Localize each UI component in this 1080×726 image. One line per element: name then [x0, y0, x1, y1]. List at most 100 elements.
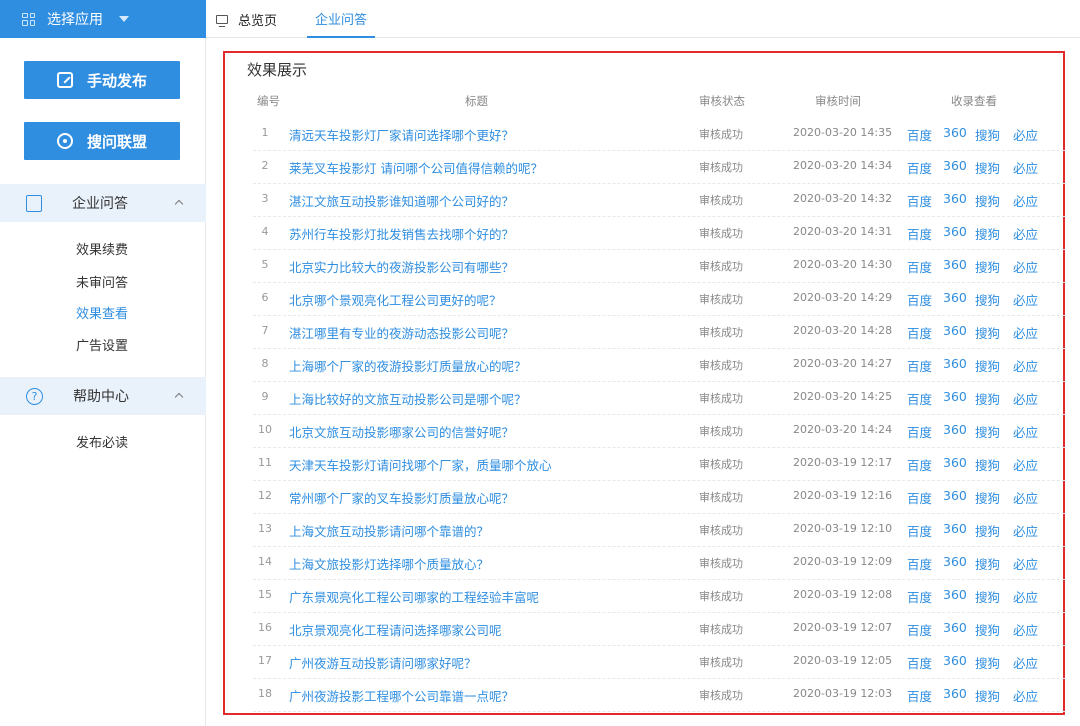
sidebar-group-enterprise-qa[interactable]: 企业问答 [0, 184, 206, 222]
engine-link-sogou[interactable]: 搜狗 [975, 653, 1000, 672]
engine-link-sogou[interactable]: 搜狗 [975, 389, 1000, 408]
row-title-link[interactable]: 苏州行车投影灯批发销售去找哪个好的？ [289, 224, 514, 243]
engine-link-baidu[interactable]: 百度 [907, 323, 932, 342]
row-title-link[interactable]: 北京实力比较大的夜游投影公司有哪些？ [289, 257, 514, 276]
row-title-link[interactable]: 清远天车投影灯厂家请问选择哪个更好？ [289, 125, 514, 144]
engine-link-360[interactable]: 360 [943, 686, 967, 701]
row-title-link[interactable]: 莱芜叉车投影灯 请问哪个公司值得信赖的呢？ [289, 158, 543, 177]
sidebar-group-help-center[interactable]: ? 帮助中心 [0, 377, 206, 415]
engine-link-bing[interactable]: 必应 [1013, 191, 1038, 210]
row-title-link[interactable]: 北京哪个景观亮化工程公司更好的呢？ [289, 290, 502, 309]
row-title-link[interactable]: 天津天车投影灯请问找哪个厂家，质量哪个放心 [289, 455, 552, 474]
engine-link-360[interactable]: 360 [943, 587, 967, 602]
engine-link-bing[interactable]: 必应 [1013, 389, 1038, 408]
engine-link-sogou[interactable]: 搜狗 [975, 257, 1000, 276]
manual-publish-button[interactable]: 手动发布 [24, 61, 180, 99]
engine-link-360[interactable]: 360 [943, 323, 967, 338]
engine-link-bing[interactable]: 必应 [1013, 356, 1038, 375]
engine-link-360[interactable]: 360 [943, 521, 967, 536]
engine-link-360[interactable]: 360 [943, 653, 967, 668]
engine-link-baidu[interactable]: 百度 [907, 191, 932, 210]
engine-link-360[interactable]: 360 [943, 257, 967, 272]
search-alliance-button[interactable]: 搜问联盟 [24, 122, 180, 160]
engine-link-baidu[interactable]: 百度 [907, 290, 932, 309]
sidebar-item-effect-view[interactable]: 效果查看 [76, 303, 128, 322]
row-title-link[interactable]: 上海比较好的文旅互动投影公司是哪个呢？ [289, 389, 527, 408]
engine-link-sogou[interactable]: 搜狗 [975, 686, 1000, 705]
engine-link-baidu[interactable]: 百度 [907, 653, 932, 672]
engine-link-bing[interactable]: 必应 [1013, 554, 1038, 573]
row-title-link[interactable]: 上海文旅投影灯选择哪个质量放心？ [289, 554, 489, 573]
row-title-link[interactable]: 湛江文旅互动投影谁知道哪个公司好的？ [289, 191, 514, 210]
engine-link-baidu[interactable]: 百度 [907, 125, 932, 144]
engine-link-baidu[interactable]: 百度 [907, 587, 932, 606]
engine-link-sogou[interactable]: 搜狗 [975, 587, 1000, 606]
engine-link-bing[interactable]: 必应 [1013, 224, 1038, 243]
engine-link-baidu[interactable]: 百度 [907, 158, 932, 177]
engine-link-baidu[interactable]: 百度 [907, 620, 932, 639]
engine-link-bing[interactable]: 必应 [1013, 488, 1038, 507]
engine-link-bing[interactable]: 必应 [1013, 290, 1038, 309]
engine-link-360[interactable]: 360 [943, 488, 967, 503]
engine-link-baidu[interactable]: 百度 [907, 257, 932, 276]
engine-link-sogou[interactable]: 搜狗 [975, 323, 1000, 342]
engine-link-sogou[interactable]: 搜狗 [975, 422, 1000, 441]
engine-link-sogou[interactable]: 搜狗 [975, 488, 1000, 507]
engine-link-sogou[interactable]: 搜狗 [975, 521, 1000, 540]
engine-link-bing[interactable]: 必应 [1013, 653, 1038, 672]
engine-link-sogou[interactable]: 搜狗 [975, 191, 1000, 210]
engine-link-sogou[interactable]: 搜狗 [975, 356, 1000, 375]
engine-link-360[interactable]: 360 [943, 125, 967, 140]
sidebar-item-unreviewed-qa[interactable]: 未审问答 [76, 272, 128, 291]
row-title-link[interactable]: 北京文旅互动投影哪家公司的信誉好呢？ [289, 422, 514, 441]
engine-link-sogou[interactable]: 搜狗 [975, 224, 1000, 243]
engine-link-sogou[interactable]: 搜狗 [975, 455, 1000, 474]
engine-link-sogou[interactable]: 搜狗 [975, 125, 1000, 144]
engine-link-bing[interactable]: 必应 [1013, 323, 1038, 342]
engine-link-360[interactable]: 360 [943, 620, 967, 635]
engine-link-bing[interactable]: 必应 [1013, 257, 1038, 276]
engine-link-360[interactable]: 360 [943, 290, 967, 305]
row-title-link[interactable]: 湛江哪里有专业的夜游动态投影公司呢？ [289, 323, 514, 342]
engine-link-bing[interactable]: 必应 [1013, 521, 1038, 540]
engine-link-bing[interactable]: 必应 [1013, 620, 1038, 639]
engine-link-360[interactable]: 360 [943, 191, 967, 206]
row-title-link[interactable]: 北京景观亮化工程请问选择哪家公司呢 [289, 620, 502, 639]
engine-link-360[interactable]: 360 [943, 554, 967, 569]
sidebar-item-effect-renewal[interactable]: 效果续费 [76, 239, 128, 258]
engine-link-baidu[interactable]: 百度 [907, 389, 932, 408]
engine-link-bing[interactable]: 必应 [1013, 158, 1038, 177]
row-title-link[interactable]: 上海文旅互动投影请问哪个靠谱的？ [289, 521, 489, 540]
tab-enterprise-qa[interactable]: 企业问答 [307, 0, 376, 38]
engine-link-sogou[interactable]: 搜狗 [975, 554, 1000, 573]
sidebar-item-publish-guide[interactable]: 发布必读 [76, 432, 128, 451]
engine-link-360[interactable]: 360 [943, 356, 967, 371]
engine-link-baidu[interactable]: 百度 [907, 356, 932, 375]
engine-link-bing[interactable]: 必应 [1013, 587, 1038, 606]
engine-link-360[interactable]: 360 [943, 158, 967, 173]
engine-link-360[interactable]: 360 [943, 224, 967, 239]
tab-overview[interactable]: 总览页 [208, 0, 285, 38]
engine-link-baidu[interactable]: 百度 [907, 455, 932, 474]
row-title-link[interactable]: 广州夜游投影工程哪个公司靠谱一点呢？ [289, 686, 514, 705]
engine-link-bing[interactable]: 必应 [1013, 686, 1038, 705]
engine-link-baidu[interactable]: 百度 [907, 554, 932, 573]
row-title-link[interactable]: 常州哪个厂家的叉车投影灯质量放心呢？ [289, 488, 514, 507]
engine-link-360[interactable]: 360 [943, 422, 967, 437]
engine-link-baidu[interactable]: 百度 [907, 488, 932, 507]
row-title-link[interactable]: 广州夜游互动投影请问哪家好呢？ [289, 653, 477, 672]
engine-link-baidu[interactable]: 百度 [907, 521, 932, 540]
row-title-link[interactable]: 上海哪个厂家的夜游投影灯质量放心的呢？ [289, 356, 527, 375]
engine-link-bing[interactable]: 必应 [1013, 125, 1038, 144]
engine-link-bing[interactable]: 必应 [1013, 422, 1038, 441]
engine-link-baidu[interactable]: 百度 [907, 224, 932, 243]
engine-link-sogou[interactable]: 搜狗 [975, 620, 1000, 639]
engine-link-360[interactable]: 360 [943, 389, 967, 404]
engine-link-baidu[interactable]: 百度 [907, 686, 932, 705]
engine-link-sogou[interactable]: 搜狗 [975, 290, 1000, 309]
row-title-link[interactable]: 广东景观亮化工程公司哪家的工程经验丰富呢 [289, 587, 539, 606]
sidebar-item-ad-settings[interactable]: 广告设置 [76, 335, 128, 354]
engine-link-bing[interactable]: 必应 [1013, 455, 1038, 474]
app-select-dropdown[interactable]: 选择应用 [0, 0, 206, 38]
engine-link-sogou[interactable]: 搜狗 [975, 158, 1000, 177]
